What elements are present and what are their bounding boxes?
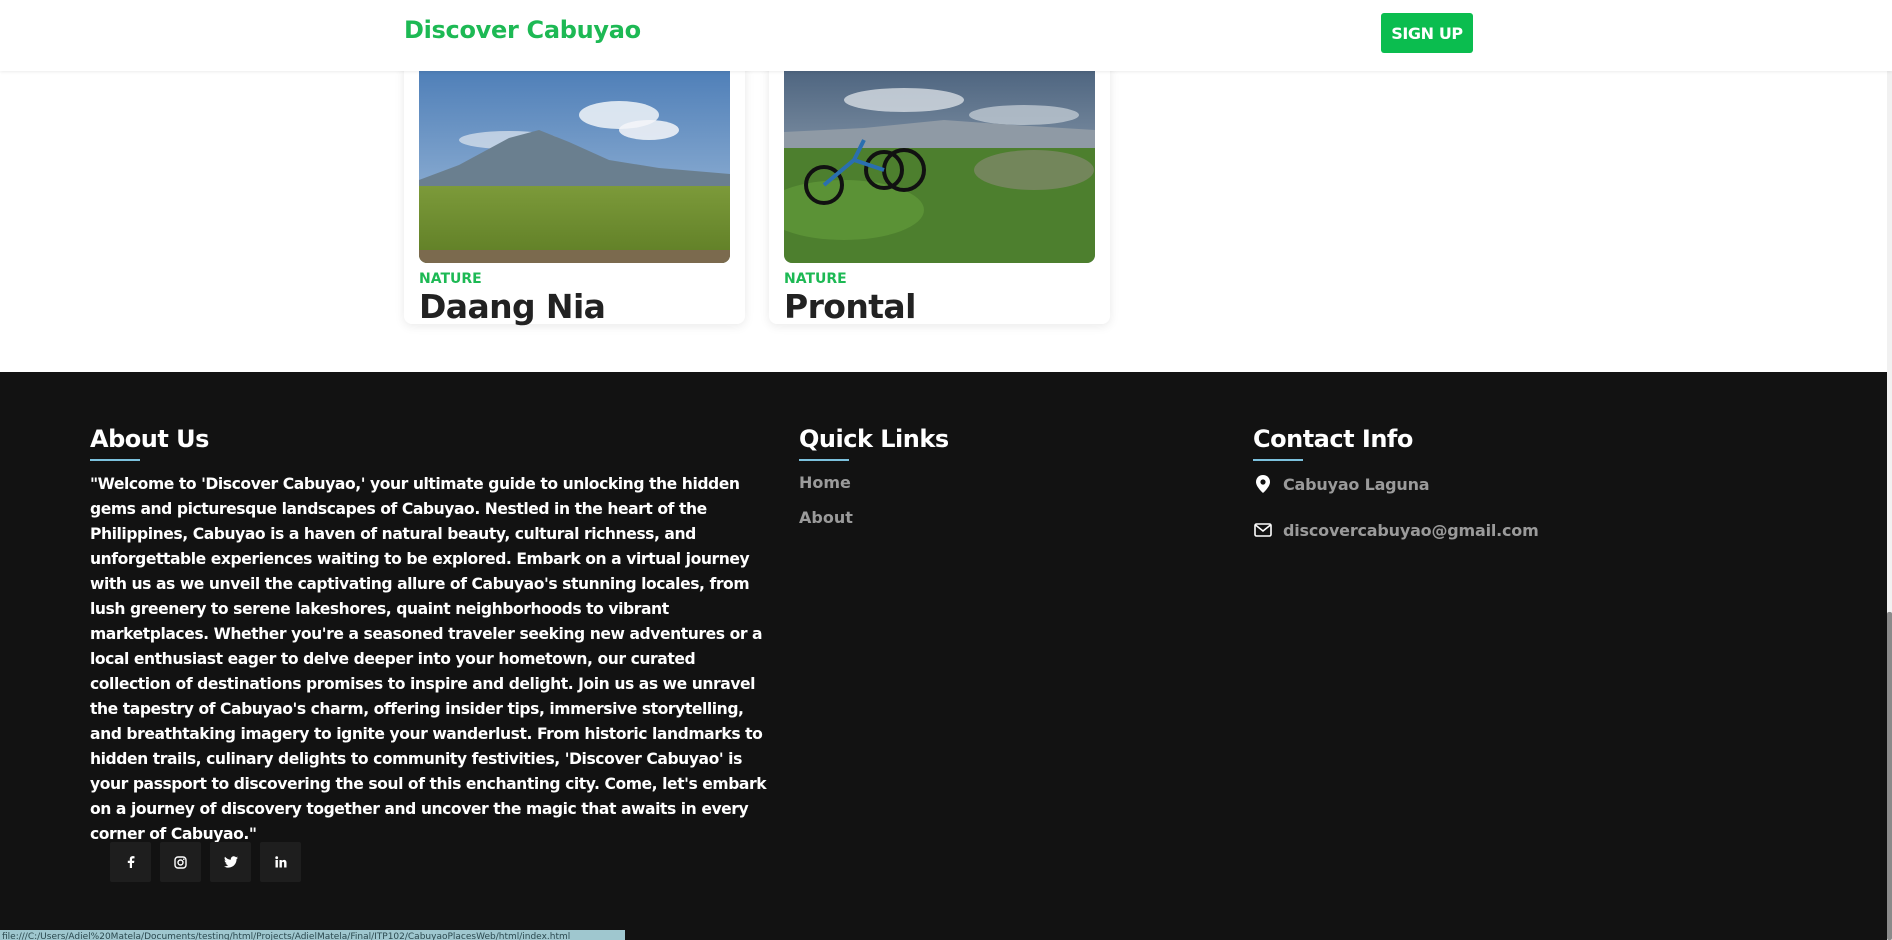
twitter-icon[interactable] [210,842,251,882]
card-category: NATURE [419,271,482,287]
destination-card[interactable]: NATURE Prontal [769,30,1110,326]
about-title: About Us [90,425,209,453]
card-title[interactable]: Daang Nia [419,287,606,326]
sign-up-button[interactable]: SIGN UP [1381,13,1473,53]
about-text: "Welcome to 'Discover Cabuyao,' your ult… [90,475,767,843]
footer-link-about[interactable]: About [799,508,853,527]
brand-logo[interactable]: Discover Cabuyao [404,16,641,44]
instagram-icon[interactable] [160,842,201,882]
location-text: Cabuyao Laguna [1283,474,1430,494]
contact-location: Cabuyao Laguna [1253,473,1430,495]
title-underline [1253,459,1303,461]
browser-status-bar: file:///C:/Users/Adiel%20Matela/Document… [0,930,625,940]
site-header: Discover Cabuyao SIGN UP [0,0,1892,71]
destination-card[interactable]: NATURE Daang Nia [404,30,745,326]
card-title[interactable]: Prontal [784,287,916,326]
email-text[interactable]: discovercabuyao@gmail.com [1283,521,1539,540]
card-category: NATURE [784,271,847,287]
site-footer: About Us "Welcome to 'Discover Cabuyao,'… [0,372,1887,940]
contact-email: discovercabuyao@gmail.com [1253,519,1539,541]
card-image [784,70,1095,263]
quick-links-title: Quick Links [799,425,949,453]
card-image [419,70,730,263]
footer-link-home[interactable]: Home [799,473,851,492]
contact-title: Contact Info [1253,425,1413,453]
mail-icon [1253,520,1273,540]
linkedin-icon[interactable] [260,842,301,882]
title-underline [90,459,140,461]
scrollbar-thumb[interactable] [1887,612,1892,940]
facebook-icon[interactable] [110,842,151,882]
title-underline [799,459,849,461]
location-pin-icon [1253,474,1273,494]
